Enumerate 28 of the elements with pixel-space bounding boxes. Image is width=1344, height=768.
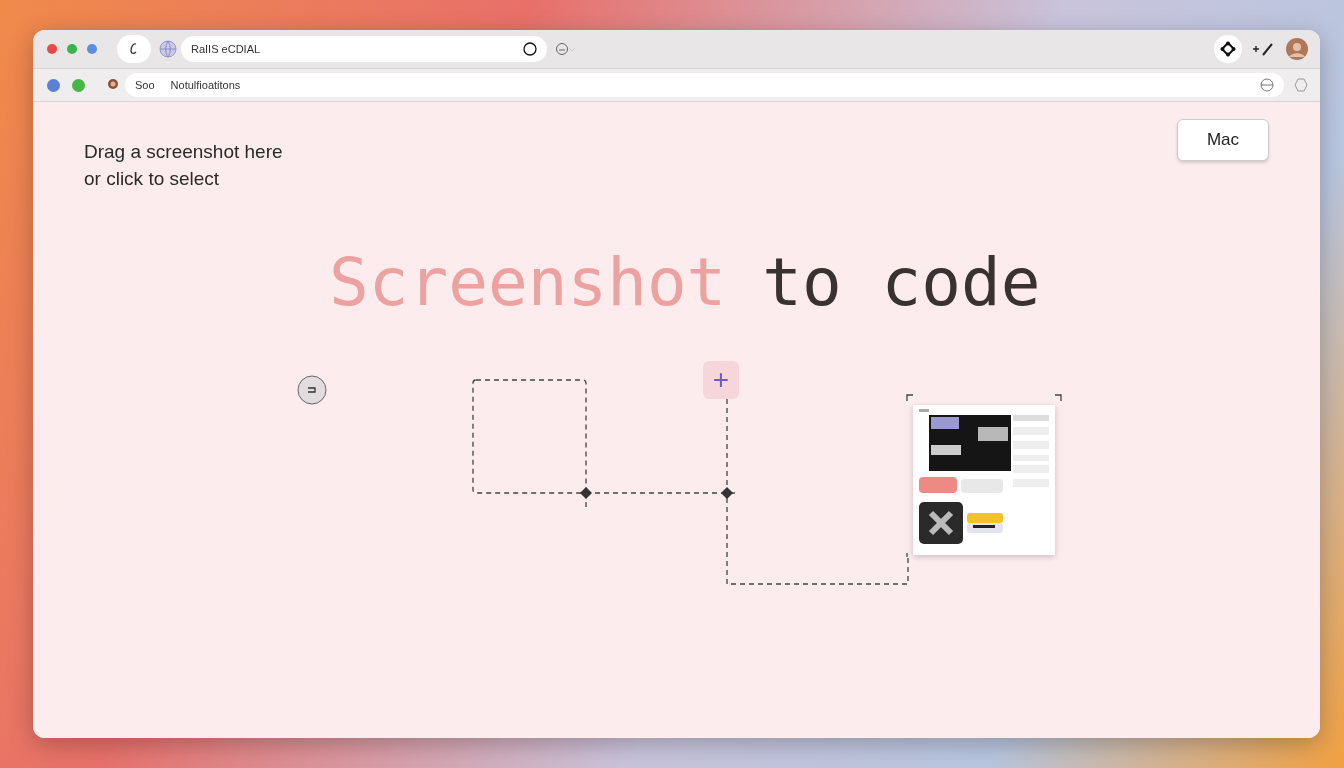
plus-pen-icon[interactable]	[1252, 42, 1274, 56]
title-text: Screenshot	[329, 244, 727, 321]
instruction-text[interactable]: Drag a screenshot here or click to select	[84, 138, 294, 192]
add-button[interactable]: +	[703, 361, 739, 399]
circle-icon[interactable]	[523, 42, 537, 56]
badge-icon[interactable]	[555, 42, 577, 56]
script-letter-icon	[129, 42, 139, 56]
avatar-small-icon[interactable]	[107, 78, 119, 92]
maximize-dot[interactable]	[67, 44, 77, 54]
info-dot[interactable]	[47, 78, 60, 92]
minimize-dot[interactable]	[87, 44, 97, 54]
half-circle-icon[interactable]	[1260, 78, 1274, 92]
address-field[interactable]: Soo Notulfioatitons	[125, 73, 1284, 97]
address-text: Notulfioatitons	[170, 79, 241, 91]
diamond-nodes-icon	[1220, 41, 1236, 57]
title-text: to code	[762, 244, 1041, 321]
toggle-icon[interactable]	[297, 375, 327, 405]
globe-icon[interactable]	[159, 40, 177, 58]
script-button[interactable]	[117, 35, 151, 63]
close-dot[interactable]	[47, 44, 57, 54]
tab-field[interactable]: RaIIS eCDIAL	[181, 36, 547, 62]
status-dot[interactable]	[72, 78, 85, 92]
address-prefix: Soo	[135, 79, 155, 91]
extension-button[interactable]	[1214, 35, 1242, 63]
hexagon-icon[interactable]	[1294, 78, 1308, 92]
platform-button[interactable]: Mac	[1177, 119, 1269, 161]
tab-field-text: RaIIS eCDIAL	[191, 43, 261, 55]
avatar-icon[interactable]	[1286, 38, 1308, 60]
